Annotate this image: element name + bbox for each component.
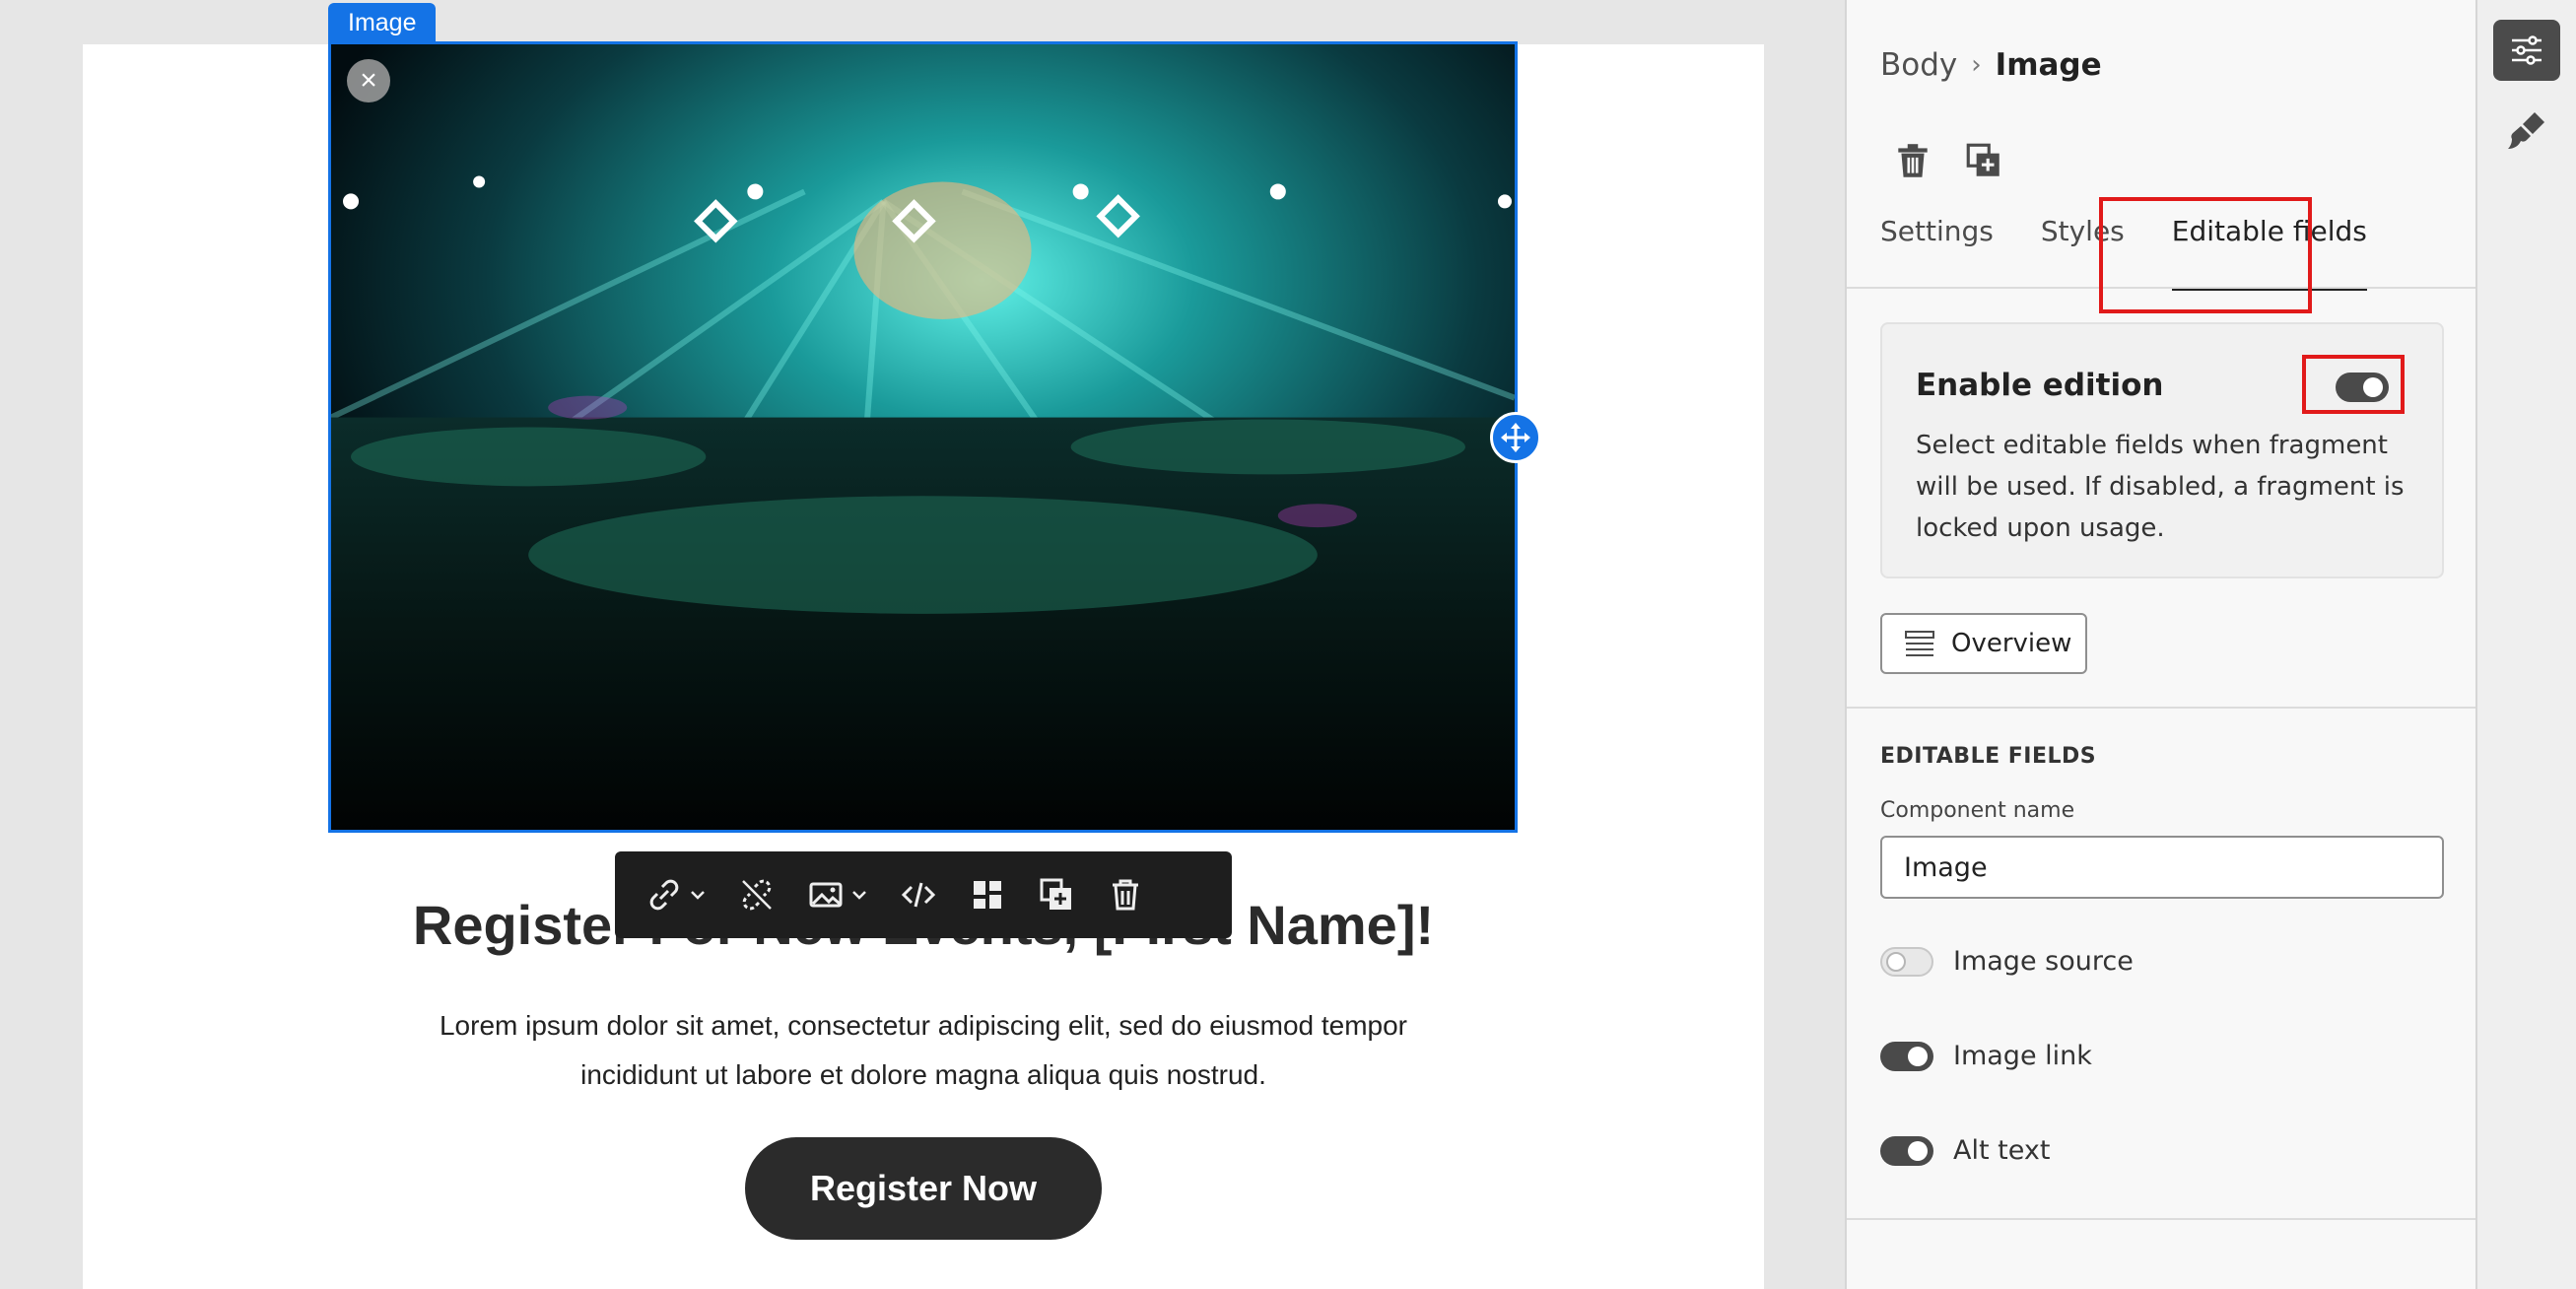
image-toolbar	[615, 851, 1232, 938]
image-link-toggle[interactable]	[1880, 1041, 1933, 1071]
enable-edition-title: Enable edition	[1916, 368, 2164, 403]
list-icon	[1905, 631, 1934, 656]
editable-fields-heading: EDITABLE FIELDS	[1880, 744, 2097, 769]
divider	[1847, 1218, 2477, 1220]
overview-label: Overview	[1951, 629, 2072, 658]
image-source-toggle[interactable]	[1880, 946, 1933, 977]
chevron-down-icon	[691, 891, 705, 900]
brush-icon[interactable]	[2505, 108, 2548, 152]
image-source-label: Image source	[1953, 946, 2134, 977]
editable-fields-tab-highlight	[2099, 197, 2312, 313]
field-row-image-link: Image link	[1880, 1041, 2092, 1071]
toggle-knob	[1908, 1046, 1928, 1066]
image-component-tag: Image	[328, 3, 437, 42]
breadcrumb-current: Image	[1995, 47, 2102, 83]
duplicate-icon[interactable]	[1027, 863, 1086, 926]
chevron-down-icon	[852, 891, 866, 900]
tab-settings[interactable]: Settings	[1880, 215, 1994, 291]
concert-photo	[331, 44, 1515, 830]
component-actions	[1892, 140, 2004, 186]
unlink-icon[interactable]	[727, 863, 786, 926]
alt-text-label: Alt text	[1953, 1135, 2051, 1166]
component-name-field[interactable]	[1880, 836, 2444, 899]
register-now-button[interactable]: Register Now	[745, 1137, 1102, 1240]
duplicate-icon[interactable]	[1963, 140, 2004, 186]
trash-icon[interactable]	[1892, 140, 1933, 186]
move-handle-icon[interactable]	[1490, 412, 1541, 463]
component-name-label: Component name	[1880, 798, 2075, 823]
remove-image-icon[interactable]: ×	[347, 59, 390, 102]
code-icon[interactable]	[889, 863, 948, 926]
overview-button[interactable]: Overview	[1880, 613, 2087, 674]
field-row-alt-text: Alt text	[1880, 1135, 2050, 1166]
toggle-knob	[1908, 1140, 1928, 1161]
image-icon[interactable]	[796, 863, 879, 926]
toggle-knob	[1886, 951, 1906, 972]
field-row-image-source: Image source	[1880, 946, 2134, 977]
divider	[1847, 707, 2477, 709]
enable-edition-description: Select editable fields when fragment wil…	[1916, 431, 2405, 543]
layout-icon[interactable]	[958, 863, 1017, 926]
breadcrumb-body[interactable]: Body	[1880, 47, 1957, 83]
properties-panel: Body › Image Settings Styles Editable fi…	[1845, 0, 2477, 1289]
email-body-text[interactable]: Lorem ipsum dolor sit amet, consectetur …	[414, 1001, 1433, 1100]
sliders-icon	[2512, 35, 2542, 65]
chevron-right-icon: ›	[1971, 50, 1982, 80]
image-link-label: Image link	[1953, 1041, 2092, 1071]
email-canvas: Register For New Events, [First Name]! L…	[0, 0, 1845, 1289]
link-icon[interactable]	[635, 863, 717, 926]
delete-icon[interactable]	[1096, 863, 1155, 926]
breadcrumb: Body › Image	[1880, 47, 2102, 83]
properties-rail-button[interactable]	[2493, 20, 2560, 81]
event-image[interactable]	[328, 41, 1518, 833]
enable-toggle-highlight	[2302, 355, 2405, 414]
alt-text-toggle[interactable]	[1880, 1135, 1933, 1166]
right-rail	[2475, 0, 2576, 1289]
